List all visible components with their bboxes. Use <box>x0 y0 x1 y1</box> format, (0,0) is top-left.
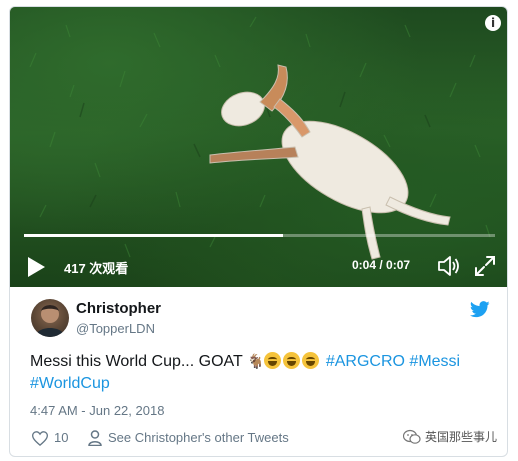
video-time: 0:04 / 0:07 <box>352 258 410 272</box>
watermark: 英国那些事儿 <box>402 428 497 445</box>
current-time: 0:04 <box>352 258 377 272</box>
info-icon[interactable]: i <box>485 15 501 31</box>
video-progress-fill <box>24 234 284 237</box>
hashtag-messi[interactable]: #Messi <box>409 353 460 370</box>
video-progress-bar[interactable] <box>24 234 495 237</box>
time-separator: / <box>376 258 387 272</box>
video-player[interactable]: i 417 次观看 0:04 / 0:07 <box>10 7 507 287</box>
avatar[interactable] <box>31 299 69 337</box>
tweet-text-prefix: Messi this World Cup... GOAT <box>30 353 247 370</box>
avatar-image <box>35 305 65 337</box>
video-frame <box>29 16 491 260</box>
heart-icon[interactable] <box>32 431 48 446</box>
watermark-label: 英国那些事儿 <box>424 430 497 444</box>
wechat-icon <box>402 429 421 444</box>
tweet-text: Messi this World Cup... GOAT 🐐 #ARGCRO #… <box>30 351 500 395</box>
laughing-emoji-icon <box>264 352 282 369</box>
laughing-emoji-icon <box>302 352 320 369</box>
view-count: 417 次观看 <box>64 261 129 276</box>
goat-figure <box>209 64 451 260</box>
laughing-emoji-icon <box>283 352 301 369</box>
goat-emoji-icon: 🐐 <box>246 354 265 370</box>
duration: 0:07 <box>386 258 411 272</box>
fullscreen-icon[interactable] <box>473 254 497 278</box>
twitter-bird-icon[interactable] <box>470 301 490 318</box>
author-name[interactable]: Christopher <box>76 300 161 317</box>
tweet-timestamp[interactable]: 4:47 AM - Jun 22, 2018 <box>30 403 164 418</box>
hashtag-worldcup[interactable]: #WorldCup <box>30 375 110 392</box>
play-icon[interactable] <box>26 256 46 278</box>
hashtag-argcro[interactable]: #ARGCRO <box>326 353 405 370</box>
like-count[interactable]: 10 <box>54 430 68 445</box>
other-tweets-link[interactable]: See Christopher's other Tweets <box>108 430 289 445</box>
volume-icon[interactable] <box>437 255 461 277</box>
author-handle[interactable]: @TopperLDN <box>76 321 155 336</box>
person-icon <box>88 430 102 446</box>
embedded-tweet-card: i 417 次观看 0:04 / 0:07 Christopher @Toppe… <box>9 6 508 457</box>
